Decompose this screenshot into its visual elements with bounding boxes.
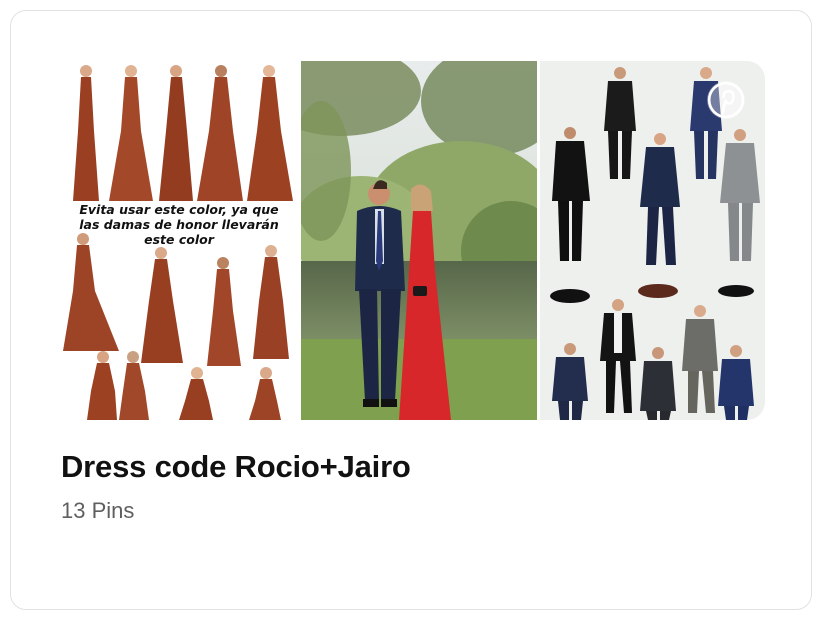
pinterest-icon — [707, 81, 745, 119]
collage-image-couple-photo — [301, 61, 537, 420]
pinterest-logo-glyph — [707, 81, 745, 119]
caption-line-3: este color — [144, 232, 215, 247]
board-title[interactable]: Dress code Rocio+Jairo — [61, 449, 411, 485]
caption-line-2: las damas de honor llevarán — [79, 217, 279, 232]
collage-image-mens-suits — [540, 61, 765, 420]
caption-line-1: Evita usar este color, ya que — [79, 202, 278, 217]
bridesmaid-dresses-image: Evita usar este color, ya que las damas … — [61, 61, 298, 420]
board-cover-collage[interactable]: Evita usar este color, ya que las damas … — [61, 61, 765, 420]
couple-photo-image — [301, 61, 537, 420]
collage-image-bridesmaid-dresses: Evita usar este color, ya que las damas … — [61, 61, 298, 420]
pin-count: 13 Pins — [61, 498, 135, 523]
board-card[interactable]: Evita usar este color, ya que las damas … — [10, 10, 812, 610]
